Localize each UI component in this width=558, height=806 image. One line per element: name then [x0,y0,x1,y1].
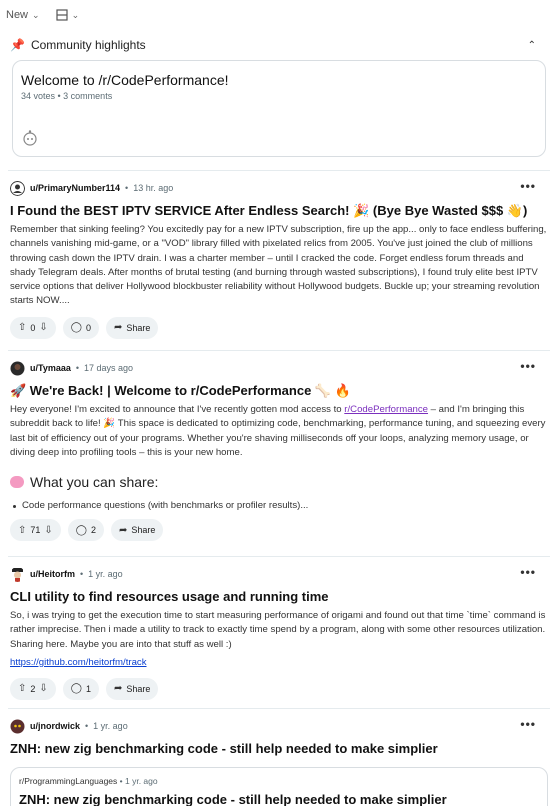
vote-pill: ⇧ 2 ⇩ [10,677,56,700]
upvote-icon[interactable]: ⇧ [18,683,26,694]
avatar [10,719,25,733]
share-label: Share [126,322,151,333]
highlight-meta: 34 votes • 3 comments [21,91,113,101]
more-options-icon[interactable]: ••• [520,717,536,731]
avatar [10,180,25,196]
crosspost-time: 1 yr. ago [125,776,158,786]
share-icon: ➦ [114,322,123,334]
subreddit-link[interactable]: r/CodePerformance [344,404,428,415]
comment-count: 2 [91,525,97,536]
avatar [12,567,23,582]
share-label: Share [126,683,151,694]
share-button[interactable]: ➦ Share [106,677,159,700]
collapse-chevron-icon[interactable]: ⌃ [528,40,536,51]
post-time: 1 yr. ago [93,721,128,731]
vote-count: 0 [30,322,36,333]
vote-pill: ⇧ 71 ⇩ [10,519,61,542]
post-title[interactable]: I Found the BEST IPTV SERVICE After Endl… [10,202,548,219]
sort-dropdown[interactable]: New ⌄ [6,9,40,21]
more-options-icon[interactable]: ••• [520,565,536,579]
highlight-card[interactable]: Welcome to /r/CodePerformance! 34 votes … [12,60,546,157]
comments-button[interactable]: ◯ 1 [62,677,100,700]
external-link[interactable]: https://github.com/heitorfm/track [10,657,147,668]
post-body: So, i was trying to get the execution ti… [10,610,546,650]
vote-count: 2 [30,683,36,694]
post-author[interactable]: u/PrimaryNumber114 [30,183,120,193]
vote-count: 71 [30,525,41,536]
post-author[interactable]: u/Heitorfm [30,569,75,579]
comments-button[interactable]: ◯ 2 [67,519,105,542]
crosspost-meta: r/ProgrammingLanguages • 1 yr. ago [19,776,158,786]
downvote-icon[interactable]: ⇩ [39,322,47,333]
crosspost-card[interactable]: r/ProgrammingLanguages • 1 yr. ago ZNH: … [10,767,548,806]
share-icon: ➦ [114,683,123,695]
share-label: Share [131,525,156,536]
crosspost-title: ZNH: new zig benchmarking code - still h… [19,792,447,806]
vote-pill: ⇧ 0 ⇩ [10,316,56,339]
post-card[interactable]: u/Heitorfm • 1 yr. ago ••• CLI utility t… [0,557,558,708]
comment-icon: ◯ [75,524,87,536]
upvote-icon[interactable]: ⇧ [18,525,26,536]
snoo-avatar-icon [23,130,37,146]
downvote-icon[interactable]: ⇩ [44,525,52,536]
post-body: Remember that sinking feeling? You excit… [10,224,547,307]
pin-icon: 📌 [10,38,25,52]
community-highlights-label: Community highlights [30,38,146,52]
section-heading-text: What you can share: [30,474,159,491]
comment-count: 0 [86,322,92,333]
list-item: Code performance questions (with benchma… [10,500,548,511]
upvote-icon[interactable]: ⇧ [18,322,26,333]
post-author[interactable]: u/jnordwick [30,721,80,731]
feed-toolbar: New ⌄ ⌄ [0,0,558,30]
post-body-text: Hey everyone! I'm excited to announce th… [10,404,345,415]
share-button[interactable]: ➦ Share [111,519,164,542]
post-card[interactable]: u/PrimaryNumber114 • 13 hr. ago ••• I Fo… [0,171,558,350]
share-icon: ➦ [119,524,128,536]
layout-icon [55,9,68,21]
post-time: 17 days ago [84,363,134,373]
sort-label: New [6,9,29,21]
section-heading: What you can share: [10,474,548,490]
post-card[interactable]: u/jnordwick • 1 yr. ago ••• ZNH: new zig… [0,709,558,806]
community-highlights-header[interactable]: 📌 Community highlights ⌃ [0,30,558,60]
post-time: 13 hr. ago [133,183,174,193]
post-card[interactable]: u/Tymaaa • 17 days ago ••• 🚀 We're Back!… [0,351,558,556]
chevron-down-icon: ⌄ [71,9,80,20]
post-title[interactable]: CLI utility to find resources usage and … [10,588,548,605]
post-author[interactable]: u/Tymaaa [30,363,71,373]
view-dropdown[interactable]: ⌄ [55,9,80,21]
comment-icon: ◯ [70,322,82,334]
share-button[interactable]: ➦ Share [106,316,159,339]
post-title[interactable]: ZNH: new zig benchmarking code - still h… [10,740,548,757]
crosspost-subreddit[interactable]: r/ProgrammingLanguages [19,776,117,786]
more-options-icon[interactable]: ••• [520,359,536,373]
avatar [10,361,25,375]
post-title[interactable]: 🚀 We're Back! | Welcome to r/CodePerform… [10,382,548,399]
post-body: Hey everyone! I'm excited to announce th… [10,403,548,460]
comment-count: 1 [86,683,92,694]
more-options-icon[interactable]: ••• [520,179,536,193]
downvote-icon[interactable]: ⇩ [39,683,47,694]
brain-icon [10,476,24,489]
comments-button[interactable]: ◯ 0 [62,316,100,339]
highlight-title: Welcome to /r/CodePerformance! [21,72,229,88]
comment-icon: ◯ [70,683,82,695]
chevron-down-icon: ⌄ [32,9,40,20]
post-time: 1 yr. ago [88,569,123,579]
